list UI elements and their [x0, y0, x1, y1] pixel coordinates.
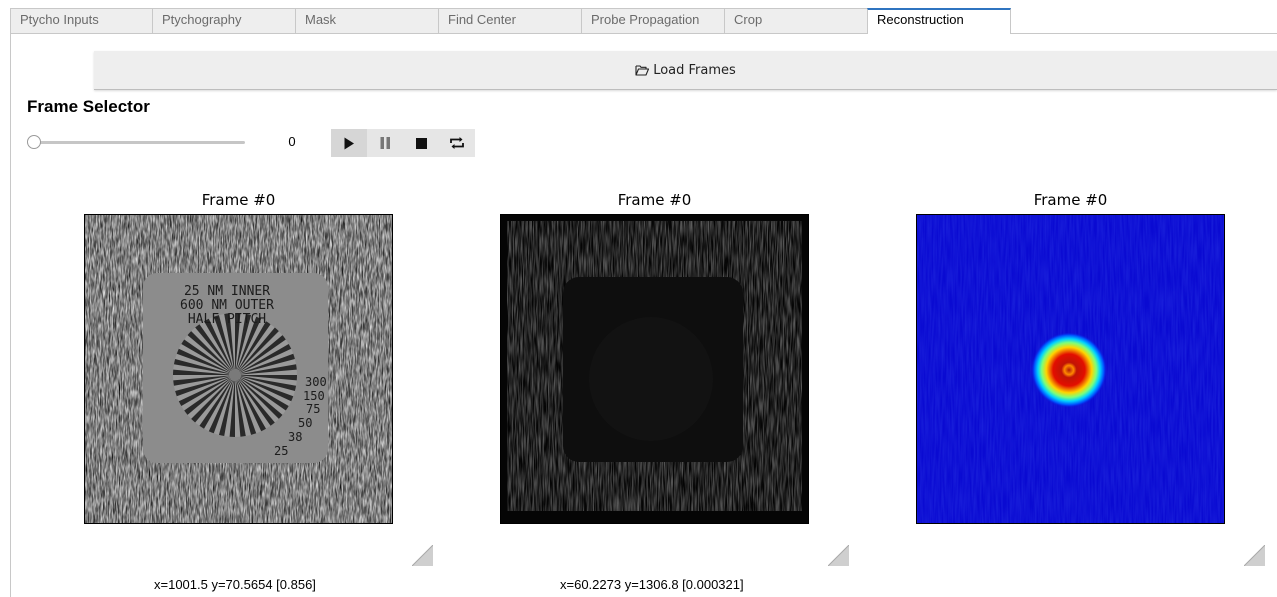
svg-text:38: 38 — [288, 430, 302, 444]
svg-text:75: 75 — [306, 402, 320, 416]
frame-slider-handle[interactable] — [27, 135, 41, 149]
load-frames-button[interactable]: Load Frames — [94, 51, 1277, 90]
content-border — [10, 33, 11, 597]
tab-bar: Ptycho Inputs Ptychography Mask Find Cen… — [10, 8, 1277, 34]
pause-icon — [380, 137, 390, 149]
svg-text:150: 150 — [303, 389, 325, 403]
tab-find-center[interactable]: Find Center — [438, 8, 582, 33]
repeat-button[interactable] — [439, 129, 475, 157]
stop-button[interactable] — [403, 129, 439, 157]
playback-controls — [331, 129, 475, 157]
amplitude-image[interactable]: 25 NM INNER 600 NM OUTER HALF PITCH 300 … — [84, 214, 393, 524]
frame-slider-value: 0 — [288, 134, 296, 149]
panel-1-resize-handle[interactable] — [412, 545, 433, 566]
tab-ptycho-inputs[interactable]: Ptycho Inputs — [10, 8, 153, 33]
pause-button[interactable] — [367, 129, 403, 157]
sample-text: 25 NM INNER 600 NM OUTER HALF PITCH — [180, 284, 274, 327]
svg-text:300: 300 — [305, 375, 327, 389]
stop-icon — [415, 137, 427, 149]
tab-mask[interactable]: Mask — [295, 8, 439, 33]
probe-image[interactable] — [916, 214, 1225, 524]
panel-2-title: Frame #0 — [617, 191, 692, 209]
panel-2-coordinates: x=60.2273 y=1306.8 [0.000321] — [560, 577, 744, 592]
svg-text:600 NM OUTER: 600 NM OUTER — [180, 298, 274, 313]
svg-text:25: 25 — [274, 444, 288, 458]
tab-reconstruction[interactable]: Reconstruction — [867, 8, 1011, 34]
panel-2-resize-handle[interactable] — [828, 545, 849, 566]
play-button[interactable] — [331, 129, 367, 157]
frame-slider-track[interactable] — [34, 141, 245, 144]
panel-1-title: Frame #0 — [201, 191, 276, 209]
folder-open-icon — [635, 65, 650, 76]
siemens-star-pattern — [173, 313, 297, 437]
panel-1-coordinates: x=1001.5 y=70.5654 [0.856] — [154, 577, 316, 592]
panel-3-title: Frame #0 — [1033, 191, 1108, 209]
svg-text:50: 50 — [298, 416, 312, 430]
phase-image[interactable] — [500, 214, 809, 524]
tab-probe-propagation[interactable]: Probe Propagation — [581, 8, 725, 33]
tab-ptychography[interactable]: Ptychography — [152, 8, 296, 33]
svg-text:HALF PITCH: HALF PITCH — [188, 312, 266, 327]
repeat-icon — [450, 137, 464, 149]
panel-3-resize-handle[interactable] — [1244, 545, 1265, 566]
svg-text:25 NM INNER: 25 NM INNER — [184, 284, 270, 299]
load-frames-label: Load Frames — [653, 62, 736, 78]
tab-crop[interactable]: Crop — [724, 8, 868, 33]
frame-selector-title: Frame Selector — [27, 97, 150, 116]
play-icon — [344, 137, 354, 149]
